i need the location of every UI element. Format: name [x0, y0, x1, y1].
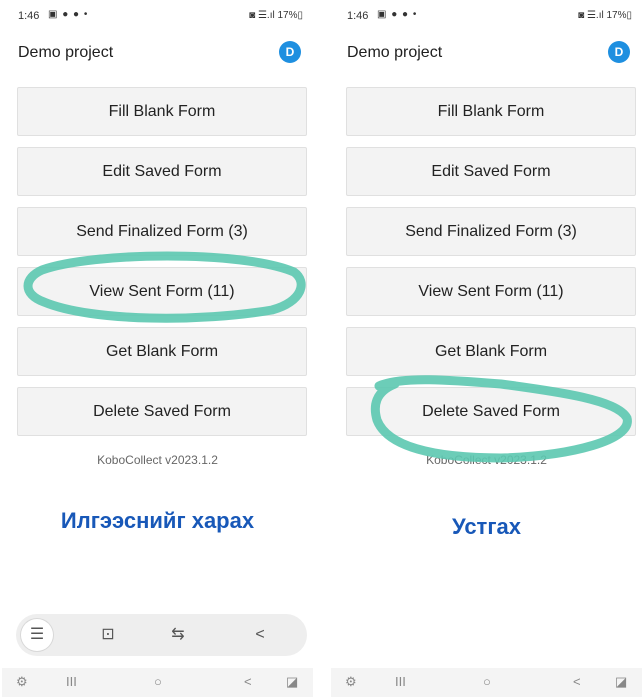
project-title: Demo project — [18, 44, 114, 61]
back-icon[interactable]: < — [573, 674, 581, 689]
app-bar: Demo project D — [2, 34, 313, 72]
settings-icon[interactable]: ⚙ — [16, 674, 28, 690]
notification-icons: ▣ ● ● • — [48, 9, 89, 20]
phone-screen-left: 1:46 ▣ ● ● • ◙ ☰.ıl 17%▯ Demo project D … — [2, 0, 313, 697]
phone-screen-right: 1:46 ▣ ● ● • ◙ ☰.ıl 17%▯ Demo project D … — [331, 0, 642, 697]
view-sent-form-button[interactable]: View Sent Form (11) — [346, 267, 636, 316]
avatar[interactable]: D — [279, 41, 301, 63]
scan-icon[interactable]: ⊡ — [92, 619, 124, 651]
home-icon[interactable]: ○ — [154, 674, 162, 689]
status-time: 1:46 — [347, 10, 369, 22]
main-menu: Fill Blank Form Edit Saved Form Send Fin… — [17, 87, 307, 447]
caption-label: Устгах — [452, 514, 521, 539]
get-blank-form-button[interactable]: Get Blank Form — [17, 327, 307, 376]
menu-icon[interactable]: ☰ — [21, 619, 53, 651]
main-menu: Fill Blank Form Edit Saved Form Send Fin… — [346, 87, 636, 447]
system-nav-bar: ⚙ III ○ < ◪ — [331, 668, 642, 697]
app-version: KoboCollect v2023.1.2 — [426, 453, 547, 467]
fill-blank-form-button[interactable]: Fill Blank Form — [346, 87, 636, 136]
status-bar: 1:46 ▣ ● ● • ◙ ☰.ıl 17%▯ — [2, 8, 313, 24]
translate-icon[interactable]: ⇆ — [162, 619, 194, 651]
status-bar: 1:46 ▣ ● ● • ◙ ☰.ıl 17%▯ — [331, 8, 642, 24]
edit-saved-form-button[interactable]: Edit Saved Form — [346, 147, 636, 196]
send-finalized-form-button[interactable]: Send Finalized Form (3) — [17, 207, 307, 256]
app-bar: Demo project D — [331, 34, 642, 72]
recent-apps-icon[interactable]: III — [66, 674, 77, 689]
delete-saved-form-button[interactable]: Delete Saved Form — [346, 387, 636, 436]
recent-apps-icon[interactable]: III — [395, 674, 406, 689]
project-title: Demo project — [347, 44, 443, 61]
share-icon[interactable]: < — [244, 619, 276, 651]
edit-saved-form-button[interactable]: Edit Saved Form — [17, 147, 307, 196]
battery-signal-icons: ◙ ☰.ıl 17%▯ — [578, 10, 632, 21]
keyboard-icon[interactable]: ◪ — [615, 674, 627, 690]
delete-saved-form-button[interactable]: Delete Saved Form — [17, 387, 307, 436]
settings-icon[interactable]: ⚙ — [345, 674, 357, 690]
back-icon[interactable]: < — [244, 674, 252, 689]
keyboard-icon[interactable]: ◪ — [286, 674, 298, 690]
bottom-toolbar: ☰ ⊡ ⇆ < — [16, 614, 307, 656]
send-finalized-form-button[interactable]: Send Finalized Form (3) — [346, 207, 636, 256]
avatar[interactable]: D — [608, 41, 630, 63]
app-version: KoboCollect v2023.1.2 — [97, 453, 218, 467]
status-time: 1:46 — [18, 10, 40, 22]
battery-signal-icons: ◙ ☰.ıl 17%▯ — [249, 10, 303, 21]
system-nav-bar: ⚙ III ○ < ◪ — [2, 668, 313, 697]
fill-blank-form-button[interactable]: Fill Blank Form — [17, 87, 307, 136]
view-sent-form-button[interactable]: View Sent Form (11) — [17, 267, 307, 316]
notification-icons: ▣ ● ● • — [377, 9, 418, 20]
home-icon[interactable]: ○ — [483, 674, 491, 689]
caption-label: Илгээснийг харах — [60, 508, 255, 533]
get-blank-form-button[interactable]: Get Blank Form — [346, 327, 636, 376]
